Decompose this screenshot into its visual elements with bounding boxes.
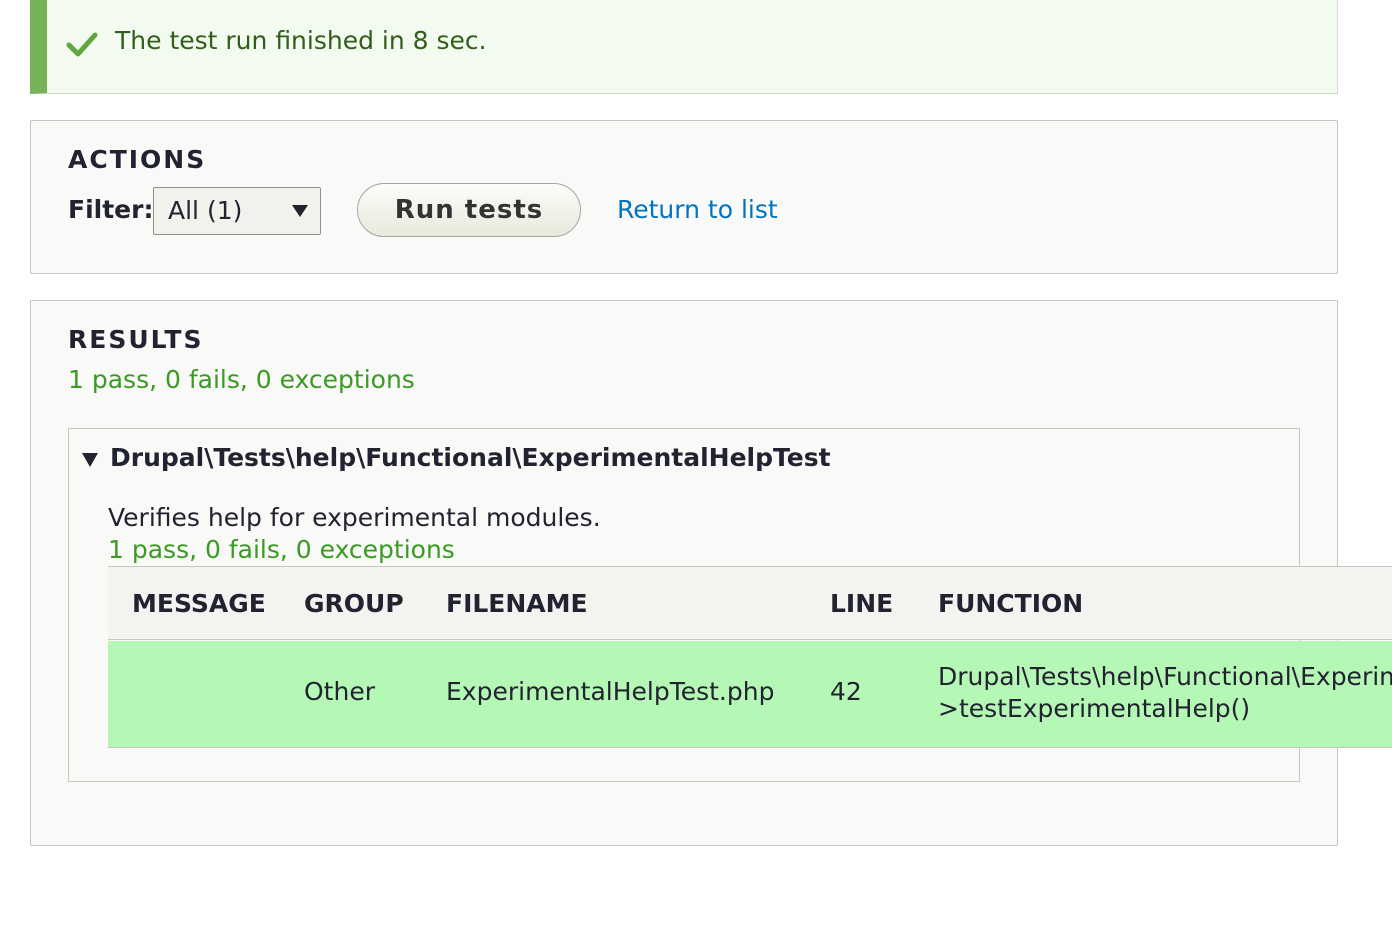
test-description: Verifies help for experimental modules. (108, 503, 601, 532)
status-message: The test run finished in 8 sec. (30, 0, 1338, 94)
results-table: Message Group Filename Line Function Oth… (108, 566, 1392, 748)
run-tests-button[interactable]: Run tests (357, 183, 581, 237)
column-header-filename: Filename (446, 589, 588, 618)
cell-filename: ExperimentalHelpTest.php (446, 677, 775, 706)
test-summary: 1 pass, 0 fails, 0 exceptions (108, 535, 455, 564)
column-header-message: Message (132, 589, 266, 618)
cell-line: 42 (830, 677, 862, 706)
actions-fieldset: Actions Filter: All (1) Run tests Return… (30, 120, 1338, 274)
table-header: Message Group Filename Line Function (108, 566, 1392, 640)
cell-function: Drupal\Tests\help\Functional\Experimenta… (938, 661, 1392, 725)
cell-function-line1: Drupal\Tests\help\Functional\Experimenta… (938, 662, 1392, 691)
collapse-triangle-icon[interactable] (82, 453, 98, 467)
actions-legend: Actions (68, 145, 207, 174)
return-to-list-link[interactable]: Return to list (617, 195, 778, 224)
results-legend: Results (68, 325, 204, 354)
checkmark-icon (66, 32, 98, 57)
cell-group: Other (304, 677, 375, 706)
filter-select-value: All (1) (168, 196, 243, 225)
status-text: The test run finished in 8 sec. (115, 26, 487, 55)
column-header-line: Line (830, 589, 894, 618)
dropdown-arrow-icon (292, 205, 308, 217)
results-summary: 1 pass, 0 fails, 0 exceptions (68, 365, 415, 394)
filter-select[interactable]: All (1) (153, 187, 321, 235)
table-row: Other ExperimentalHelpTest.php 42 Drupal… (108, 641, 1392, 748)
column-header-function: Function (938, 589, 1084, 618)
filter-label: Filter: (68, 195, 154, 224)
test-class-name[interactable]: Drupal\Tests\help\Functional\Experimenta… (110, 443, 831, 472)
cell-function-line2: >testExperimentalHelp() (938, 694, 1251, 723)
column-header-group: Group (304, 589, 404, 618)
